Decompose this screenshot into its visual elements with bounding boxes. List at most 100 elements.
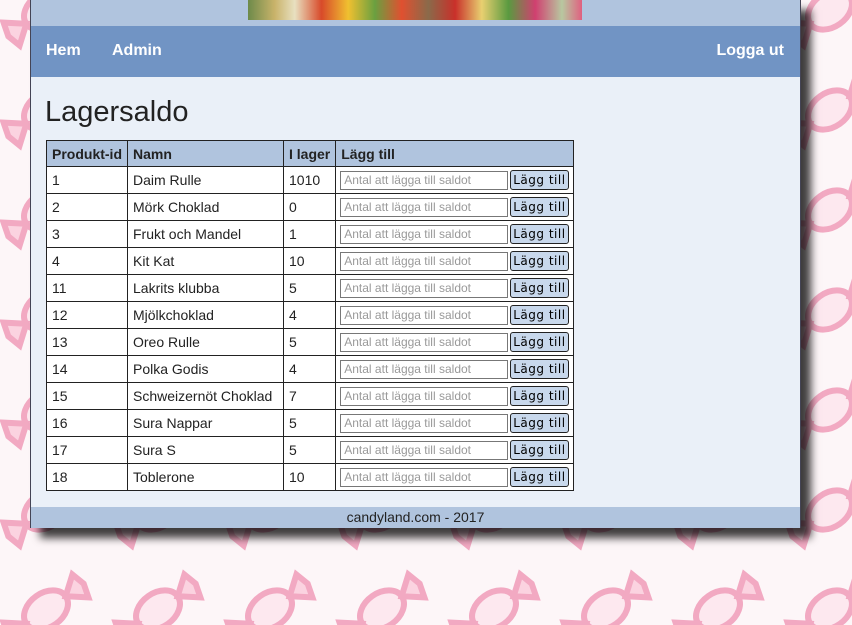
product-name-cell: Oreo Rulle: [127, 328, 284, 356]
quantity-input[interactable]: [340, 332, 509, 352]
stock-cell: 5: [282, 328, 337, 356]
stock-cell: 4: [282, 355, 337, 383]
product-id-cell: 16: [46, 409, 128, 437]
footer: candyland.com - 2017: [31, 507, 800, 528]
main-navbar: Hem Admin Logga ut: [31, 26, 800, 77]
add-stock-cell: Lägg till: [335, 274, 574, 302]
product-name-cell: Mjölkchoklad: [127, 301, 284, 329]
stock-cell: 10: [282, 463, 337, 491]
product-id-cell: 1: [46, 166, 128, 194]
stock-cell: 5: [282, 274, 337, 302]
product-id-cell: 11: [46, 274, 128, 302]
banner-image: [248, 0, 582, 20]
stock-cell: 10: [282, 247, 337, 275]
add-stock-button[interactable]: Lägg till: [510, 440, 569, 460]
add-stock-button[interactable]: Lägg till: [510, 467, 569, 487]
col-header-stock: I lager: [282, 140, 337, 167]
quantity-input[interactable]: [340, 467, 509, 487]
quantity-input[interactable]: [340, 170, 509, 190]
add-stock-cell: Lägg till: [335, 301, 574, 329]
col-header-add: Lägg till: [335, 140, 574, 167]
product-name-cell: Mörk Choklad: [127, 193, 284, 221]
product-name-cell: Toblerone: [127, 463, 284, 491]
product-name-cell: Schweizernöt Choklad: [127, 382, 284, 410]
product-name-cell: Polka Godis: [127, 355, 284, 383]
quantity-input[interactable]: [340, 386, 509, 406]
header-strip: [31, 0, 800, 26]
add-stock-button[interactable]: Lägg till: [510, 332, 569, 352]
table-row: 3Frukt och Mandel1 Lägg till: [46, 220, 574, 248]
add-stock-button[interactable]: Lägg till: [510, 413, 569, 433]
quantity-input[interactable]: [340, 305, 509, 325]
table-row: 15Schweizernöt Choklad7 Lägg till: [46, 382, 574, 410]
add-stock-button[interactable]: Lägg till: [510, 305, 569, 325]
add-stock-cell: Lägg till: [335, 328, 574, 356]
add-stock-cell: Lägg till: [335, 247, 574, 275]
table-row: 12Mjölkchoklad4 Lägg till: [46, 301, 574, 329]
quantity-input[interactable]: [340, 413, 509, 433]
product-id-cell: 15: [46, 382, 128, 410]
product-id-cell: 12: [46, 301, 128, 329]
add-stock-cell: Lägg till: [335, 409, 574, 437]
product-id-cell: 17: [46, 436, 128, 464]
add-stock-cell: Lägg till: [335, 166, 574, 194]
quantity-input[interactable]: [340, 278, 509, 298]
product-name-cell: Frukt och Mandel: [127, 220, 284, 248]
stock-cell: 1: [282, 220, 337, 248]
stock-cell: 5: [282, 436, 337, 464]
col-header-product-id: Produkt-id: [46, 140, 128, 167]
table-row: 16Sura Nappar5 Lägg till: [46, 409, 574, 437]
page-title: Lagersaldo: [45, 96, 189, 128]
product-id-cell: 18: [46, 463, 128, 491]
stock-table: Produkt-id Namn I lager Lägg till 1 Daim …: [46, 140, 574, 491]
table-row: 11Lakrits klubba5 Lägg till: [46, 274, 574, 302]
quantity-input[interactable]: [340, 359, 509, 379]
add-stock-cell: Lägg till: [335, 382, 574, 410]
table-row: 13Oreo Rulle5 Lägg till: [46, 328, 574, 356]
add-stock-button[interactable]: Lägg till: [510, 197, 569, 217]
col-header-name: Namn: [127, 140, 284, 167]
product-name-cell: Sura S: [127, 436, 284, 464]
table-row: 2Mörk Choklad0 Lägg till: [46, 193, 574, 221]
table-row: 14Polka Godis4 Lägg till: [46, 355, 574, 383]
quantity-input[interactable]: [340, 224, 509, 244]
product-name-cell: Kit Kat: [127, 247, 284, 275]
nav-logout-link[interactable]: Logga ut: [716, 42, 784, 60]
stock-cell: 0: [282, 193, 337, 221]
table-row: 17Sura S5 Lägg till: [46, 436, 574, 464]
quantity-input[interactable]: [340, 197, 509, 217]
product-name-cell: Daim Rulle: [127, 166, 284, 194]
add-stock-cell: Lägg till: [335, 355, 574, 383]
product-name-cell: Lakrits klubba: [127, 274, 284, 302]
add-stock-button[interactable]: Lägg till: [510, 251, 569, 271]
add-stock-cell: Lägg till: [335, 463, 574, 491]
nav-admin-link[interactable]: Admin: [112, 42, 162, 60]
quantity-input[interactable]: [340, 251, 509, 271]
add-stock-cell: Lägg till: [335, 436, 574, 464]
nav-home-link[interactable]: Hem: [46, 42, 81, 60]
table-row: 4Kit Kat10 Lägg till: [46, 247, 574, 275]
add-stock-cell: Lägg till: [335, 220, 574, 248]
product-id-cell: 13: [46, 328, 128, 356]
add-stock-button[interactable]: Lägg till: [510, 224, 569, 244]
product-id-cell: 4: [46, 247, 128, 275]
stock-cell: 7: [282, 382, 337, 410]
add-stock-button[interactable]: Lägg till: [510, 278, 569, 298]
page-container: Hem Admin Logga ut Lagersaldo Produkt-id…: [30, 0, 801, 528]
add-stock-button[interactable]: Lägg till: [510, 386, 569, 406]
add-stock-button[interactable]: Lägg till: [510, 359, 569, 379]
product-id-cell: 14: [46, 355, 128, 383]
table-row: 18Toblerone10 Lägg till: [46, 463, 574, 491]
table-header-row: Produkt-id Namn I lager Lägg till: [46, 140, 574, 167]
add-stock-cell: Lägg till: [335, 193, 574, 221]
stock-cell: 4: [282, 301, 337, 329]
product-id-cell: 3: [46, 220, 128, 248]
add-stock-button[interactable]: Lägg till: [510, 170, 569, 190]
quantity-input[interactable]: [340, 440, 509, 460]
stock-cell: 5: [282, 409, 337, 437]
product-id-cell: 2: [46, 193, 128, 221]
product-name-cell: Sura Nappar: [127, 409, 284, 437]
stock-table-body: 1Daim Rulle1010Lägg till2Mörk Choklad0Lä…: [46, 166, 574, 491]
table-row: 1Daim Rulle1010 Lägg till: [46, 166, 574, 194]
stock-cell: 1010: [282, 166, 337, 194]
